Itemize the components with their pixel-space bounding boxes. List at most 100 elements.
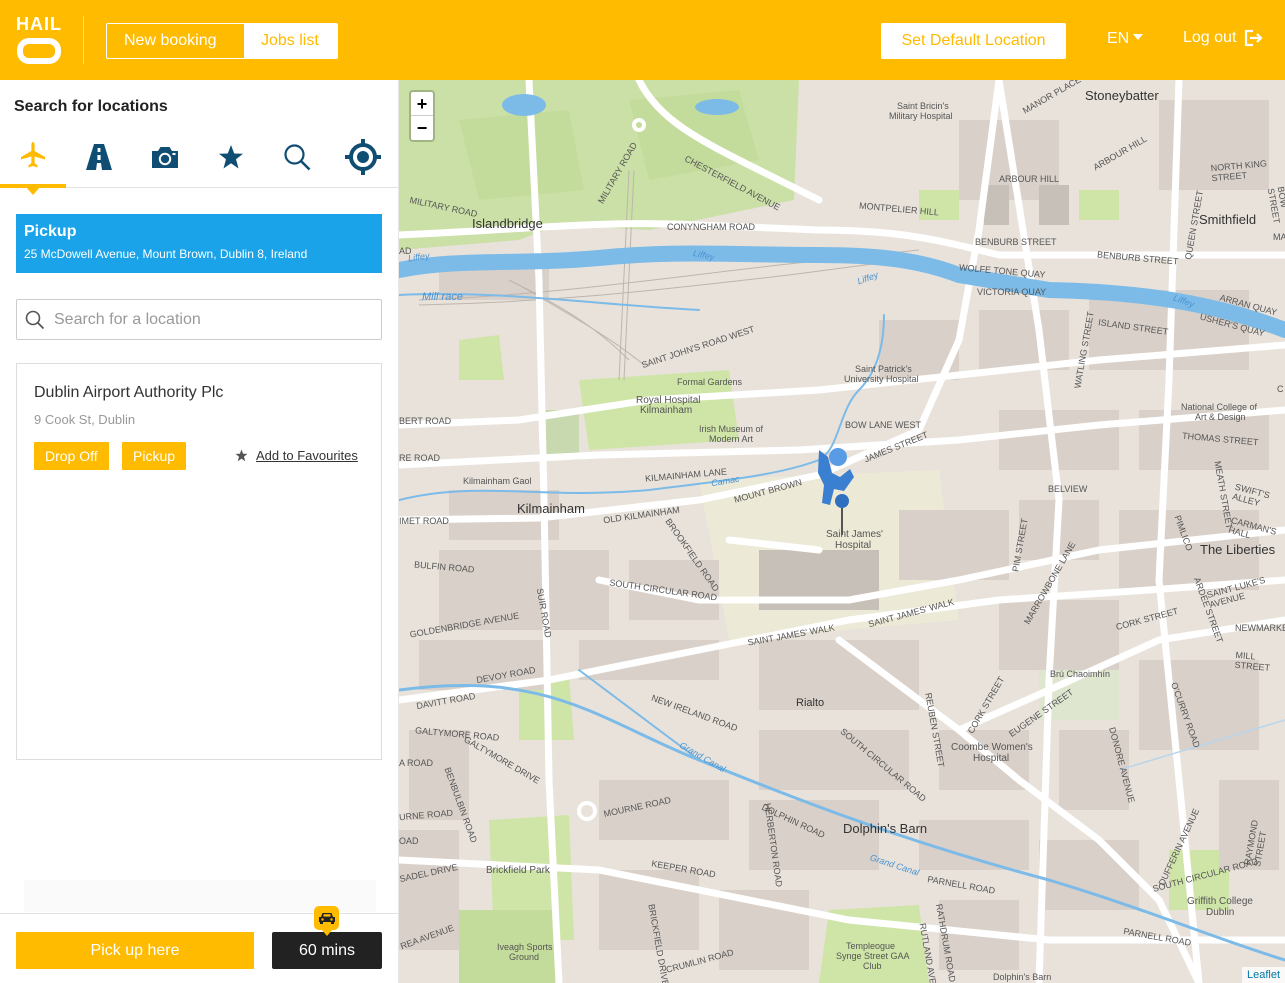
map-attribution-link[interactable]: Leaflet	[1241, 967, 1285, 983]
tab-search[interactable]	[264, 126, 330, 188]
map-zoom-control: + −	[409, 90, 435, 142]
drop-off-button[interactable]: Drop Off	[34, 442, 109, 470]
map-label: KEEPER ROAD	[650, 858, 717, 880]
map-label: SAINT LUKE'S AVENUE	[1205, 574, 1267, 610]
map-label: PARNELL ROAD	[1122, 926, 1192, 948]
map-label: BOW LANE WEST	[845, 420, 922, 430]
map-label: O'CURRY ROAD	[1168, 680, 1202, 750]
map-label: National College of	[1181, 402, 1258, 412]
tab-airports[interactable]	[0, 126, 66, 195]
tab-favourites[interactable]	[198, 126, 264, 188]
set-default-location-button[interactable]: Set Default Location	[881, 23, 1066, 59]
map-label: IMET ROAD	[399, 516, 449, 526]
tab-attractions[interactable]	[132, 126, 198, 188]
hailo-logo[interactable]: HAIL	[16, 14, 62, 64]
map-label: THOMAS STREET	[1181, 430, 1259, 448]
map-label: Military Hospital	[889, 111, 953, 121]
map-label: C	[1277, 384, 1284, 394]
map-label: NEW IRELAND ROAD	[650, 692, 739, 734]
map-label: SUIR ROAD	[534, 587, 554, 639]
map-label: CHESTERFIELD AVENUE	[682, 153, 782, 213]
map-label: ARRAN QUAY	[1218, 292, 1279, 318]
map-label: Brú Chaoimhín	[1050, 669, 1111, 679]
map-label: Modern Art	[709, 434, 754, 444]
add-to-favourites-label: Add to Favourites	[256, 448, 358, 463]
map-label: SAINT JOHN'S ROAD WEST	[640, 324, 756, 370]
map-label: Ground	[509, 952, 540, 962]
airplane-icon	[21, 142, 45, 168]
map-label: PARNELL ROAD	[926, 874, 996, 896]
search-title: Search for locations	[14, 98, 168, 115]
map-label: Kilmainham Gaol	[463, 476, 532, 486]
map-label: BENBURB STREET	[975, 237, 1057, 247]
zoom-out-button[interactable]: −	[411, 116, 433, 140]
map-label: Liffey	[692, 247, 716, 263]
map-label: MILL STREET	[1234, 649, 1271, 673]
map-label: Irish Museum of	[699, 424, 764, 434]
map-label: Saint James'	[826, 529, 883, 540]
map-label: REA AVENUE	[399, 922, 456, 952]
search-results-panel: Dublin Airport Authority Plc 9 Cook St, …	[16, 363, 382, 760]
map-label: REUBEN STREET	[923, 691, 947, 769]
map-label: Formal Gardens	[677, 377, 743, 387]
map-label: ISLAND STREET	[1097, 317, 1169, 337]
map-label: BENBULBIN ROAD	[442, 765, 480, 845]
camera-icon	[152, 147, 178, 168]
map-label: MOURNE ROAD	[602, 794, 672, 820]
crosshair-icon	[345, 139, 381, 175]
map-label: SOUTH CIRCULAR ROAD	[608, 577, 718, 603]
tab-roads[interactable]	[66, 126, 132, 188]
map-label: Templeogue	[846, 941, 896, 951]
map-label: A ROAD	[399, 758, 434, 768]
map-label: Synge Street GAA	[836, 951, 910, 961]
map-label: Kilmainham	[640, 405, 693, 416]
map-label: OAD	[399, 836, 419, 846]
pickup-button[interactable]: Pickup	[122, 442, 187, 470]
map-view[interactable]: Stoneybatter Smithfield Islandbridge Kil…	[399, 80, 1285, 983]
logout-label: Log out	[1183, 29, 1237, 46]
logout-button[interactable]: Log out	[1183, 28, 1264, 48]
map-label: MILITARY ROAD	[408, 194, 479, 220]
map-label: Dublin	[1206, 907, 1235, 918]
road-icon	[86, 144, 112, 170]
top-header: HAIL New booking Jobs list Set Default L…	[0, 0, 1285, 80]
map-label: NORTH KING STREET	[1210, 158, 1268, 184]
map-label: Stoneybatter	[1085, 88, 1159, 103]
map-label: BERT ROAD	[399, 416, 452, 426]
pick-up-here-button[interactable]: Pick up here	[16, 932, 254, 969]
map-label: CORK STREET	[1114, 605, 1180, 633]
map-label: Club	[863, 961, 882, 971]
tab-current-location[interactable]	[330, 126, 396, 188]
add-to-favourites-button[interactable]: Add to Favourites	[235, 448, 358, 463]
pickup-summary-card[interactable]: Pickup 25 McDowell Avenue, Mount Brown, …	[16, 214, 382, 273]
map-label: Hospital	[973, 753, 1010, 764]
map-label: CORK STREET	[965, 674, 1007, 736]
logo-text: HAIL	[16, 14, 62, 34]
map-label: WATLING STREET	[1072, 310, 1096, 390]
taxi-icon	[314, 906, 339, 936]
eta-display: 60 mins	[272, 932, 382, 969]
map-label: CONYNGHAM ROAD	[667, 222, 756, 232]
map-label: SAINT JAMES' WALK	[867, 596, 956, 630]
map-label: DEVOY ROAD	[475, 664, 537, 686]
map-label: Smithfield	[1199, 212, 1257, 227]
star-icon	[219, 145, 243, 169]
map-label: MONTPELIER HILL	[858, 200, 940, 218]
new-booking-button[interactable]: New booking	[107, 24, 244, 58]
map-label: SADEL DRIVE	[399, 861, 459, 885]
map-label: DONORE AVENUE	[1107, 726, 1137, 804]
map-label: GALTYMORE DRIVE	[462, 734, 542, 786]
zoom-in-button[interactable]: +	[411, 92, 433, 116]
map-label: Islandbridge	[472, 216, 543, 231]
jobs-list-button[interactable]: Jobs list	[244, 24, 337, 58]
language-label: EN	[1107, 30, 1130, 47]
map-label: BROOKFIELD ROAD	[663, 516, 722, 594]
language-selector[interactable]: EN	[1107, 29, 1144, 49]
map-label: BENBURB STREET	[1096, 249, 1179, 267]
nav-segmented-control: New booking Jobs list	[106, 23, 338, 59]
location-search-input[interactable]	[53, 300, 373, 339]
map-label: WOLFE TONE QUAY	[958, 262, 1046, 280]
logo-ring	[17, 38, 61, 64]
map-label: MOUNT BROWN	[732, 477, 803, 505]
location-search-box	[16, 299, 382, 340]
